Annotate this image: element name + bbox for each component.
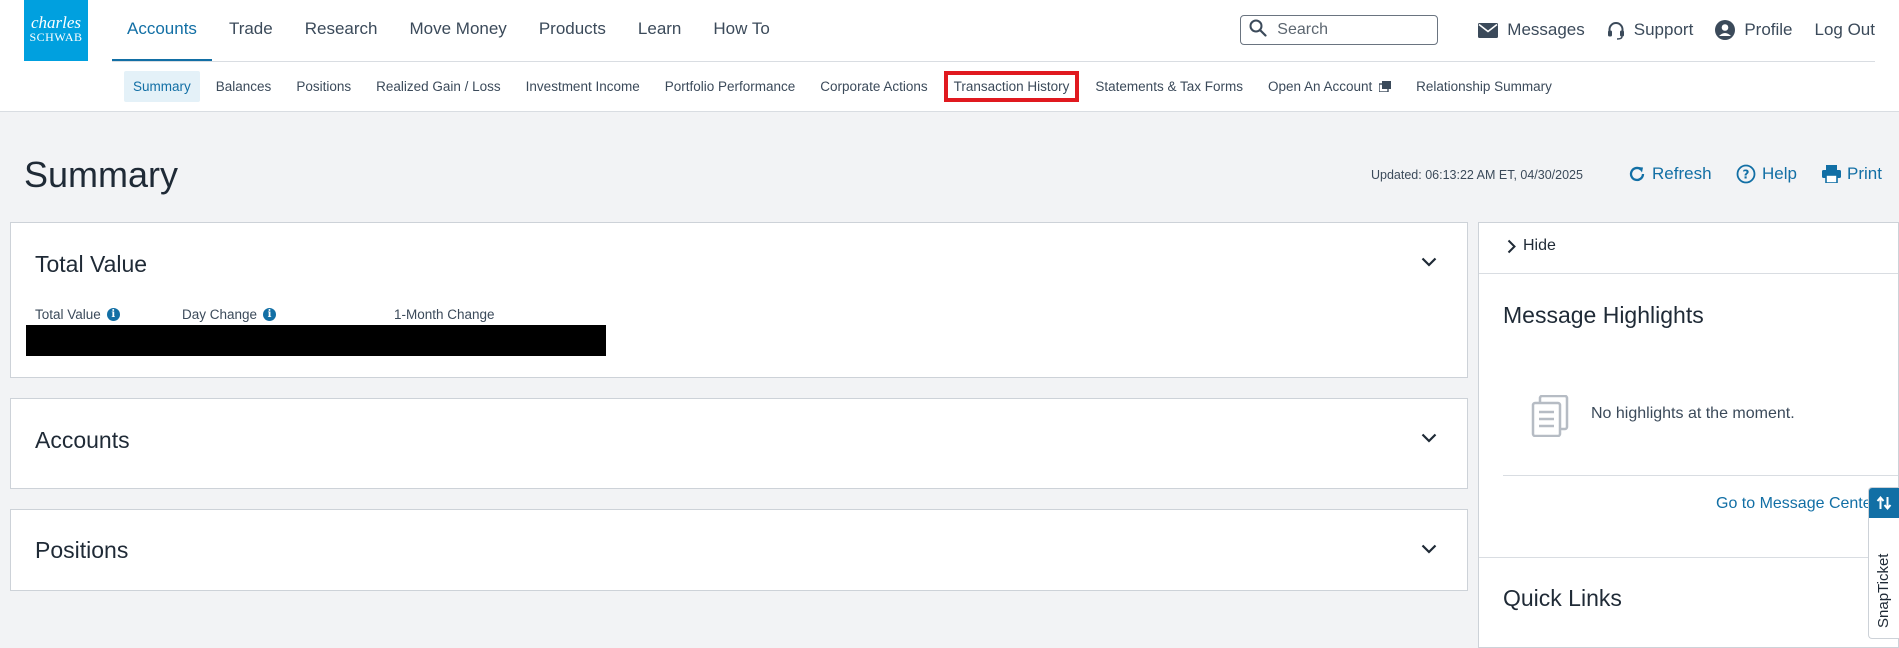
user-circle-icon — [1715, 20, 1736, 40]
logo-line-2: SCHWAB — [29, 30, 83, 44]
main-nav-trade[interactable]: Trade — [214, 0, 288, 61]
printer-icon — [1822, 165, 1841, 183]
headset-icon — [1607, 21, 1624, 40]
messages-label: Messages — [1507, 20, 1585, 39]
right-sidebar: Hide Message Highlights No highlights at… — [1478, 222, 1899, 648]
support-link[interactable]: Support — [1607, 20, 1694, 40]
envelope-icon — [1478, 22, 1499, 38]
message-highlights-heading: Message Highlights — [1503, 302, 1704, 328]
positions-card: Positions — [10, 509, 1468, 591]
top-header: charles SCHWAB Accounts Trade Research M… — [0, 0, 1899, 112]
logo-line-1: charles — [30, 13, 82, 32]
subnav-corporate-actions[interactable]: Corporate Actions — [811, 71, 936, 102]
subnav-balances[interactable]: Balances — [207, 71, 281, 102]
snap-ticket-label: SnapTicket — [1875, 553, 1892, 628]
subnav-relationship-summary[interactable]: Relationship Summary — [1407, 71, 1561, 102]
refresh-label: Refresh — [1652, 164, 1712, 183]
main-nav-research[interactable]: Research — [290, 0, 393, 61]
subnav-summary[interactable]: Summary — [124, 70, 200, 102]
subnav-portfolio-performance[interactable]: Portfolio Performance — [656, 71, 805, 102]
main-nav-move-money[interactable]: Move Money — [394, 0, 521, 61]
accounts-card: Accounts — [10, 398, 1468, 489]
help-circle-icon: ? — [1736, 164, 1756, 184]
main-nav-accounts[interactable]: Accounts — [112, 0, 212, 62]
accounts-heading: Accounts — [35, 427, 130, 453]
month-change-label: 1-Month Change — [394, 307, 495, 322]
main-nav-how-to[interactable]: How To — [698, 0, 784, 61]
snap-ticket-tab[interactable]: SnapTicket — [1868, 487, 1899, 639]
no-highlights-text: No highlights at the moment. — [1591, 405, 1795, 422]
divider — [1503, 475, 1898, 476]
sub-nav: Summary Balances Positions Realized Gain… — [124, 70, 1568, 102]
svg-text:?: ? — [1743, 168, 1750, 182]
page-title: Summary — [24, 154, 179, 195]
main-nav-learn[interactable]: Learn — [623, 0, 696, 61]
total-value-label: Total Value i — [35, 307, 120, 322]
subnav-transaction-history[interactable]: Transaction History — [943, 70, 1080, 102]
messages-link[interactable]: Messages — [1478, 20, 1585, 40]
main-nav: Accounts Trade Research Move Money Produ… — [112, 0, 787, 62]
external-link-icon — [1379, 80, 1392, 92]
quick-links-heading: Quick Links — [1503, 585, 1622, 611]
refresh-icon — [1629, 166, 1645, 182]
subnav-positions[interactable]: Positions — [287, 71, 360, 102]
search-input[interactable] — [1275, 20, 1430, 40]
swap-arrows-icon[interactable] — [1869, 488, 1899, 518]
header-right: Messages Support Profile Log Out — [1240, 0, 1875, 60]
subnav-investment-income[interactable]: Investment Income — [517, 71, 649, 102]
chevron-down-icon[interactable] — [1421, 433, 1437, 443]
support-label: Support — [1633, 20, 1694, 39]
total-value-heading: Total Value — [35, 251, 148, 277]
search-box[interactable] — [1240, 15, 1439, 45]
subnav-realized-gain-loss[interactable]: Realized Gain / Loss — [367, 71, 510, 102]
day-change-label: Day Change i — [182, 307, 277, 322]
subnav-open-an-account-label: Open An Account — [1267, 78, 1373, 94]
chevron-right-icon — [1507, 239, 1516, 253]
help-label: Help — [1762, 164, 1797, 183]
day-change-label-text: Day Change — [182, 307, 258, 322]
documents-icon — [1531, 395, 1569, 437]
info-icon[interactable]: i — [106, 308, 120, 321]
go-to-message-center-link[interactable]: Go to Message Center — [1716, 495, 1877, 513]
refresh-button[interactable]: Refresh — [1628, 164, 1712, 184]
hide-label: Hide — [1523, 237, 1556, 254]
print-label: Print — [1847, 164, 1882, 183]
schwab-logo[interactable]: charles SCHWAB — [24, 0, 88, 61]
subnav-open-an-account[interactable]: Open An Account — [1259, 71, 1400, 102]
chevron-down-icon[interactable] — [1421, 257, 1437, 267]
updated-timestamp: Updated: 06:13:22 AM ET, 04/30/2025 — [1371, 168, 1583, 182]
logout-link[interactable]: Log Out — [1815, 20, 1876, 40]
subnav-statements-tax-forms[interactable]: Statements & Tax Forms — [1086, 71, 1252, 102]
info-icon[interactable]: i — [263, 308, 277, 321]
main-nav-products[interactable]: Products — [524, 0, 621, 61]
help-button[interactable]: ? Help — [1736, 164, 1797, 184]
total-value-card: Total Value Total Value i Day Change i 1… — [10, 222, 1468, 378]
total-value-label-text: Total Value — [35, 307, 101, 322]
divider — [1479, 557, 1898, 558]
hide-sidebar-button[interactable]: Hide — [1507, 237, 1556, 255]
divider — [1479, 273, 1898, 274]
chevron-down-icon[interactable] — [1421, 544, 1437, 554]
print-button[interactable]: Print — [1822, 164, 1882, 184]
search-icon — [1249, 19, 1267, 42]
header-divider — [112, 61, 1875, 62]
profile-label: Profile — [1744, 20, 1793, 39]
positions-heading: Positions — [35, 537, 129, 563]
profile-link[interactable]: Profile — [1715, 20, 1793, 40]
redacted-values — [26, 325, 606, 356]
